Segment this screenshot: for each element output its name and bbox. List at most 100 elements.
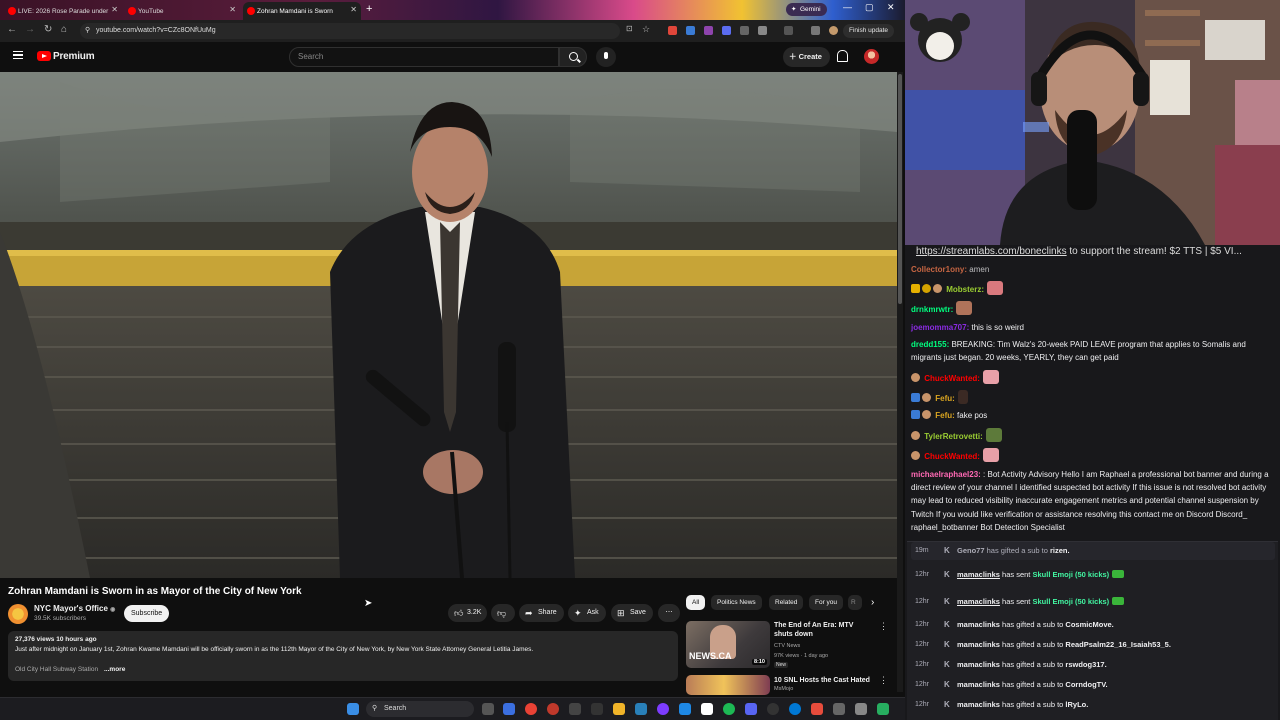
rec-thumbnail[interactable]: NEWS.CA 8:10 — [686, 621, 770, 668]
share-button[interactable]: ➦ Share — [519, 604, 564, 622]
chrome-icon[interactable] — [525, 703, 537, 715]
chip-all[interactable]: All — [686, 595, 706, 610]
app-icon[interactable] — [547, 703, 559, 715]
tab-rose-parade[interactable]: LIVE: 2026 Rose Parade under ✕ — [4, 2, 122, 20]
app-icon[interactable] — [745, 703, 757, 715]
chip-for-you[interactable]: For you — [809, 595, 844, 610]
task-view-icon[interactable] — [482, 703, 494, 715]
chat-username[interactable]: Collector1ony: — [911, 265, 967, 274]
page-scrollbar-thumb[interactable] — [898, 74, 902, 304]
close-tab-icon[interactable]: ✕ — [111, 5, 118, 14]
start-windows-icon[interactable] — [347, 703, 359, 715]
subscribe-button[interactable]: Subscribe — [124, 605, 170, 622]
video-title: Zohran Mamdani is Sworn in as Mayor of t… — [8, 586, 302, 597]
hamburger-menu-icon[interactable] — [13, 51, 23, 59]
close-tab-icon[interactable]: ✕ — [229, 5, 236, 14]
spotify-icon[interactable] — [723, 703, 735, 715]
rec-title[interactable]: 10 SNL Hosts the Cast Hated — [774, 676, 874, 685]
gemini-button[interactable]: ✦ Gemini — [786, 3, 827, 16]
site-info-icon[interactable]: ⚲ — [85, 23, 90, 39]
forward-icon[interactable]: → — [25, 24, 35, 35]
rec-more-icon[interactable]: ⋮ — [879, 675, 888, 686]
search-input[interactable]: Search — [289, 47, 559, 67]
chat-emote-icon — [985, 428, 1002, 442]
app-icon[interactable] — [679, 703, 691, 715]
rec-thumbnail[interactable] — [686, 675, 770, 695]
install-icon[interactable]: ⊡ — [626, 24, 633, 33]
app-icon[interactable] — [701, 703, 713, 715]
close-tab-icon[interactable]: ✕ — [350, 5, 357, 14]
show-more-link[interactable]: ...more — [104, 666, 125, 673]
taskbar-search[interactable]: ⚲ Search — [366, 701, 474, 717]
puzzle-icon[interactable] — [758, 26, 767, 35]
extension-icon[interactable] — [722, 26, 731, 35]
chip-related[interactable]: Related — [769, 595, 804, 610]
finish-update-button[interactable]: Finish update — [843, 24, 895, 38]
home-icon[interactable]: ⌂ — [61, 24, 67, 35]
app-icon[interactable] — [855, 703, 867, 715]
microphone-icon[interactable] — [596, 47, 616, 67]
chat-username[interactable]: drnkmrwtr: — [911, 305, 953, 314]
reload-icon[interactable]: ↻ — [44, 24, 52, 35]
extension-icon[interactable] — [704, 26, 713, 35]
downloads-icon[interactable] — [811, 26, 820, 35]
notifications-bell-icon[interactable] — [837, 50, 848, 62]
close-window-icon[interactable]: ✕ — [887, 2, 895, 13]
chat-username[interactable]: ChuckWanted: — [924, 452, 980, 461]
url-input[interactable]: ⚲ youtube.com/watch?v=CZc8ONfUuMg — [80, 23, 620, 39]
tab-youtube[interactable]: YouTube ✕ — [124, 2, 240, 20]
chevron-right-icon[interactable]: › — [871, 597, 874, 608]
chat-username[interactable]: dredd155: — [911, 340, 949, 349]
tab-mamdani-video[interactable]: Zohran Mamdani is Sworn ✕ — [243, 2, 361, 20]
description-box[interactable] — [8, 631, 678, 681]
app-icon[interactable] — [635, 703, 647, 715]
bookmark-star-icon[interactable]: ☆ — [642, 24, 650, 35]
app-icon[interactable] — [877, 703, 889, 715]
extension-icon[interactable] — [740, 26, 749, 35]
search-icon[interactable] — [559, 47, 587, 67]
dislike-button[interactable]: 👎︎ — [491, 604, 515, 622]
sidebar-icon[interactable] — [784, 26, 793, 35]
youtube-logo-icon[interactable] — [37, 51, 51, 61]
new-tab-icon[interactable]: + — [366, 3, 372, 15]
chat-username[interactable]: Fefu: — [935, 411, 955, 420]
video-player[interactable] — [0, 72, 897, 578]
file-explorer-icon[interactable] — [613, 703, 625, 715]
chat-username[interactable]: TylerRetrovetti: — [924, 432, 983, 441]
extension-icon[interactable] — [686, 26, 695, 35]
app-icon[interactable] — [569, 703, 581, 715]
profile-avatar[interactable] — [829, 26, 838, 35]
rec-channel[interactable]: MsMojo — [774, 686, 793, 692]
more-actions-button[interactable]: ⋯ — [658, 604, 680, 622]
chip-politics-news[interactable]: Politics News — [711, 595, 762, 610]
rec-more-icon[interactable]: ⋮ — [879, 621, 888, 632]
streamlabs-link[interactable]: https://streamlabs.com/boneclinks — [916, 246, 1067, 257]
chat-username[interactable]: joemomma707: — [911, 323, 969, 332]
edge-icon[interactable] — [789, 703, 801, 715]
ask-button[interactable]: ✦ Ask — [568, 604, 606, 622]
app-icon[interactable] — [657, 703, 669, 715]
app-icon[interactable] — [833, 703, 845, 715]
maximize-icon[interactable]: ▢ — [865, 2, 874, 13]
minimize-icon[interactable]: — — [843, 2, 852, 12]
create-button[interactable]: ＋ Create — [783, 47, 830, 67]
chat-username[interactable]: Mobsterz: — [946, 285, 984, 294]
like-button[interactable]: 👍︎ 3.2K — [448, 604, 488, 622]
chat-username[interactable]: Fefu: — [935, 394, 955, 403]
extension-icon[interactable] — [668, 26, 677, 35]
app-icon[interactable] — [503, 703, 515, 715]
app-icon[interactable] — [811, 703, 823, 715]
save-button[interactable]: ⊞ Save — [611, 604, 653, 622]
app-icon[interactable] — [591, 703, 603, 715]
channel-avatar[interactable] — [8, 604, 28, 624]
obs-icon[interactable] — [767, 703, 779, 715]
back-icon[interactable]: ← — [7, 24, 17, 35]
youtube-premium-label[interactable]: Premium — [53, 51, 95, 62]
rec-channel[interactable]: CTV News — [774, 643, 800, 649]
account-avatar[interactable] — [864, 49, 879, 64]
channel-name[interactable]: NYC Mayor's Office ◉ — [34, 604, 115, 613]
chat-username[interactable]: michaelraphael23: — [911, 470, 981, 479]
rec-title[interactable]: The End of An Era: MTV shuts down — [774, 621, 874, 639]
chat-username[interactable]: ChuckWanted: — [924, 374, 980, 383]
chip-truncated[interactable]: R — [848, 595, 862, 610]
